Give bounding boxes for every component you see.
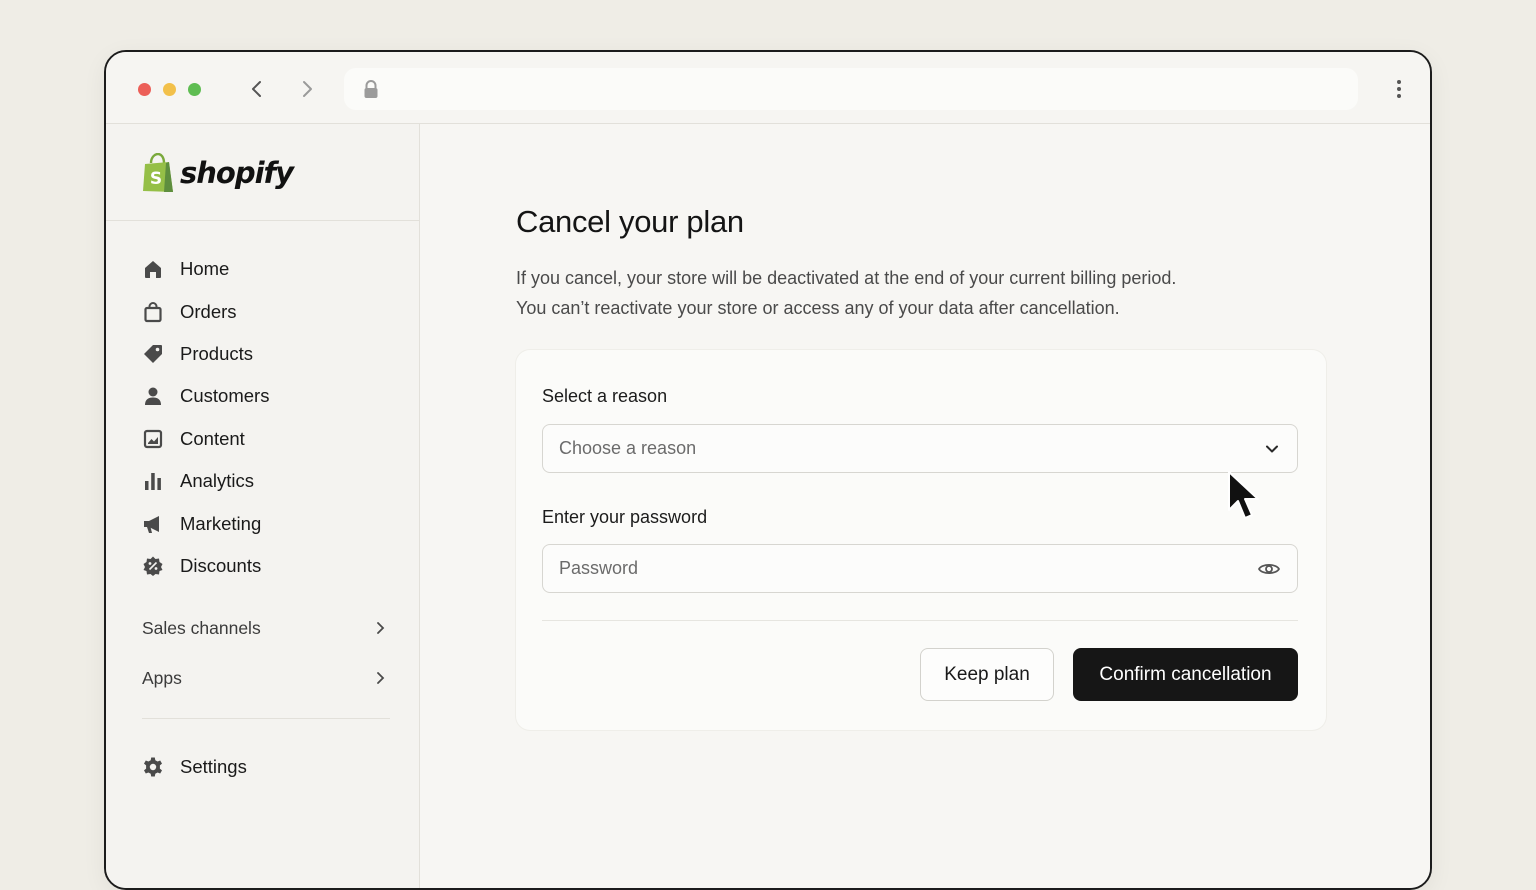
browser-toolbar <box>106 52 1430 124</box>
nav-item-home[interactable]: Home <box>142 248 392 290</box>
eye-icon[interactable] <box>1257 557 1281 581</box>
chevron-down-icon <box>1266 445 1278 452</box>
nav-item-label: Content <box>180 427 245 449</box>
back-arrow-icon[interactable] <box>246 78 268 100</box>
nav-item-label: Marketing <box>180 512 262 534</box>
primary-nav: Home Orders Products Customers Content A… <box>142 248 392 587</box>
gear-icon <box>144 757 162 777</box>
cancellation-form-card: Select a reason Choose a reason Enter yo… <box>516 350 1326 730</box>
divider <box>106 220 419 221</box>
minimize-window-button[interactable] <box>163 83 176 96</box>
apps-section[interactable]: Apps <box>142 663 388 693</box>
zoom-window-button[interactable] <box>188 83 201 96</box>
tag-icon <box>144 344 162 363</box>
brand-name: shopify <box>180 156 294 190</box>
sales-channels-section[interactable]: Sales channels <box>142 613 388 643</box>
password-input[interactable]: Password <box>542 544 1298 593</box>
chevron-right-icon <box>377 672 385 684</box>
nav-item-label: Orders <box>180 300 237 322</box>
nav-item-label: Discounts <box>180 554 262 576</box>
svg-text:S: S <box>150 169 162 189</box>
shopify-logo[interactable]: S shopify <box>142 152 294 194</box>
keep-plan-button[interactable]: Keep plan <box>920 648 1054 701</box>
more-options-icon[interactable] <box>1394 78 1404 100</box>
main-content: Cancel your plan If you cancel, your sto… <box>420 124 1430 888</box>
nav-item-label: Customers <box>180 385 270 407</box>
password-placeholder: Password <box>559 558 639 578</box>
home-icon <box>145 261 161 279</box>
nav-item-settings[interactable]: Settings <box>142 746 247 788</box>
content-icon <box>143 429 163 448</box>
divider <box>542 620 1298 621</box>
nav-item-orders[interactable]: Orders <box>142 290 392 332</box>
nav-item-marketing[interactable]: Marketing <box>142 502 392 544</box>
description-line: If you cancel, your store will be deacti… <box>516 268 1177 288</box>
section-label: Sales channels <box>142 617 261 638</box>
bar-chart-icon <box>145 473 161 491</box>
close-window-button[interactable] <box>138 83 151 96</box>
nav-item-content[interactable]: Content <box>142 418 392 460</box>
nav-item-label: Products <box>180 342 254 364</box>
nav-item-label: Settings <box>180 756 247 778</box>
megaphone-icon <box>144 515 159 533</box>
confirm-cancellation-button[interactable]: Confirm cancellation <box>1073 648 1298 701</box>
discount-icon <box>143 556 163 576</box>
person-icon <box>145 387 161 406</box>
nav-item-discounts[interactable]: Discounts <box>142 545 392 587</box>
address-bar[interactable] <box>344 68 1358 110</box>
chevron-right-icon <box>377 622 385 634</box>
reason-label: Select a reason <box>542 386 668 406</box>
forward-arrow-icon[interactable] <box>296 78 318 100</box>
page-title: Cancel your plan <box>516 204 744 239</box>
sidebar: S shopify Home Orders Products Customers… <box>106 124 420 888</box>
nav-item-customers[interactable]: Customers <box>142 375 392 417</box>
section-label: Apps <box>142 667 182 688</box>
password-label: Enter your password <box>542 507 708 527</box>
nav-item-analytics[interactable]: Analytics <box>142 460 392 502</box>
reason-select-placeholder: Choose a reason <box>559 438 697 458</box>
description-line: You can’t reactivate your store or acces… <box>516 298 1120 318</box>
nav-item-label: Home <box>180 258 230 280</box>
reason-select[interactable]: Choose a reason <box>542 424 1298 473</box>
lock-icon <box>364 80 378 98</box>
page-description: If you cancel, your store will be deacti… <box>516 263 1236 323</box>
mouse-cursor-icon <box>1228 471 1259 519</box>
shopify-bag-icon: S <box>143 153 173 192</box>
orders-icon <box>144 301 162 322</box>
divider <box>142 718 390 719</box>
nav-item-label: Analytics <box>180 470 255 492</box>
nav-item-products[interactable]: Products <box>142 333 392 375</box>
